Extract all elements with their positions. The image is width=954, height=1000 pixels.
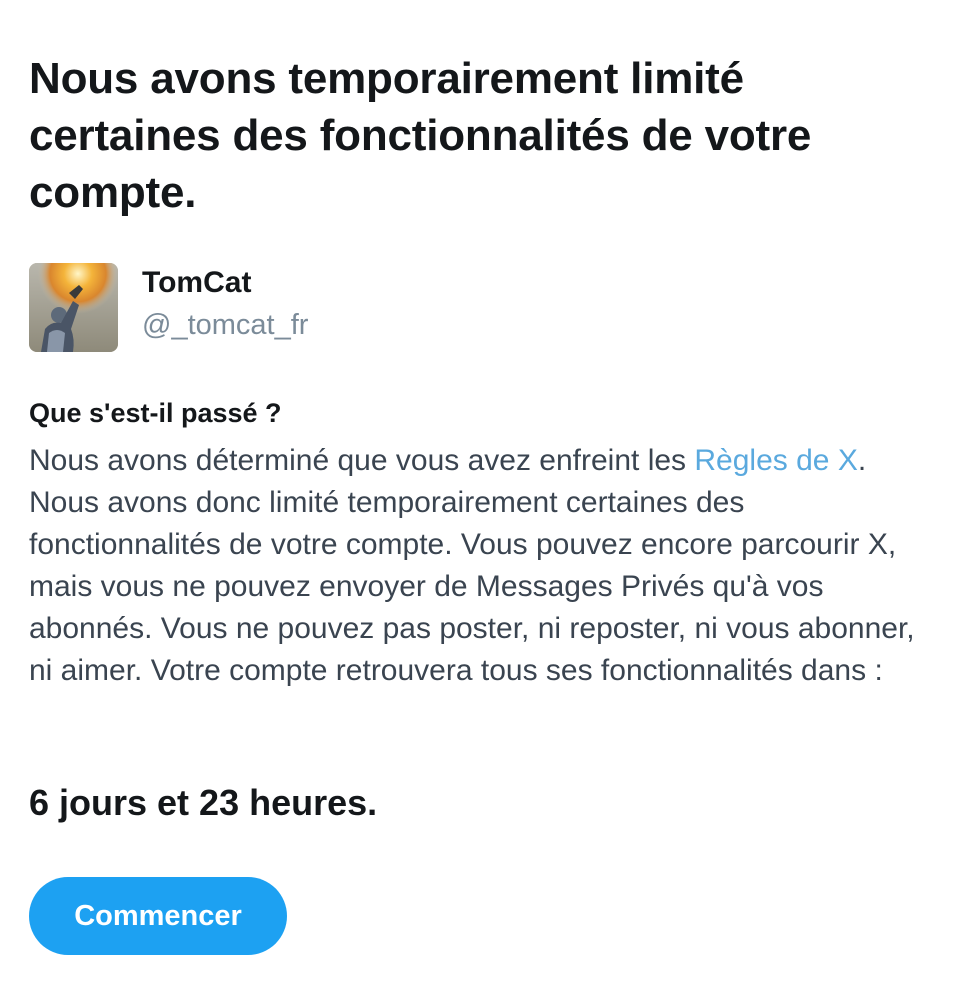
avatar xyxy=(29,263,118,352)
explanation-text-start: Nous avons déterminé que vous avez enfre… xyxy=(29,444,695,477)
start-button[interactable]: Commencer xyxy=(29,877,287,955)
explanation-text: Nous avons déterminé que vous avez enfre… xyxy=(29,440,934,692)
section-heading: Que s'est-il passé ? xyxy=(29,398,282,428)
avatar-image xyxy=(29,263,118,352)
rules-link[interactable]: Règles de X xyxy=(694,444,857,477)
explanation-text-end: . Nous avons donc limité temporairement … xyxy=(29,444,915,687)
account-handle: @_tomcat_fr xyxy=(142,309,309,341)
page-title: Nous avons temporairement limité certain… xyxy=(29,54,812,217)
remaining-time: 6 jours et 23 heures. xyxy=(29,782,378,823)
display-name: TomCat xyxy=(142,266,252,299)
account-card: TomCat @_tomcat_fr xyxy=(29,263,629,353)
